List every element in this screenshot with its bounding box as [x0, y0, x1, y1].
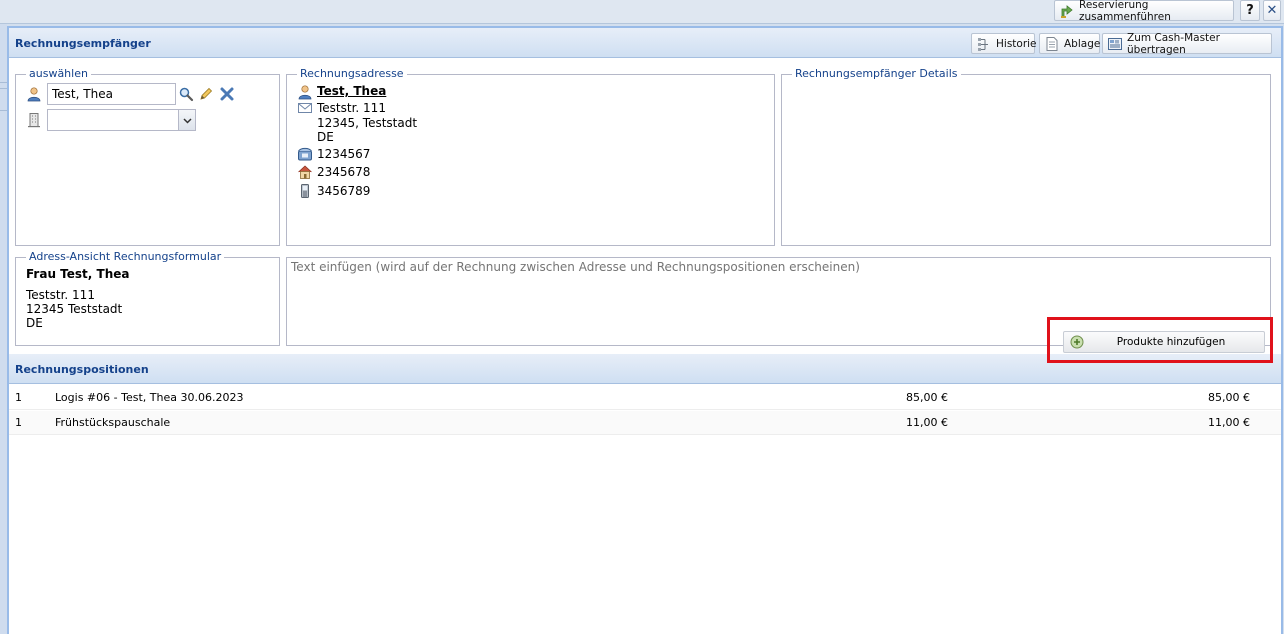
row-unit-price: 85,00 €: [906, 391, 948, 404]
form-address-name: Frau Test, Thea: [26, 267, 130, 281]
help-icon: ?: [1246, 3, 1254, 18]
row-unit-price: 11,00 €: [906, 416, 948, 429]
close-button[interactable]: ✕: [1263, 0, 1281, 21]
history-icon: [976, 36, 992, 52]
row-total: 85,00 €: [1208, 391, 1250, 404]
row-description: Logis #06 - Test, Thea 30.06.2023: [55, 391, 244, 404]
merge-arrow-icon: [1059, 3, 1075, 19]
clear-x-icon[interactable]: [219, 86, 235, 102]
register-icon: [1107, 36, 1123, 52]
company-combo[interactable]: [47, 109, 196, 131]
recipient-details-fieldset: Rechnungsempfänger Details: [781, 67, 1271, 246]
billing-address-country: DE: [317, 130, 334, 144]
top-toolbar: Reservierung zusammenführen ? ✕: [0, 0, 1284, 24]
recipient-details-legend: Rechnungsempfänger Details: [792, 67, 961, 80]
invoice-form-address-legend: Adress-Ansicht Rechnungsformular: [26, 250, 225, 263]
billing-phone-private: 2345678: [317, 165, 371, 179]
close-icon: ✕: [1266, 3, 1278, 18]
billing-address-legend: Rechnungsadresse: [297, 67, 407, 80]
add-products-button[interactable]: Produkte hinzufügen: [1063, 331, 1265, 353]
recipient-person-input[interactable]: [47, 83, 176, 105]
chevron-down-icon: [182, 114, 192, 127]
archive-button[interactable]: Ablage: [1039, 33, 1100, 54]
transfer-cash-master-button[interactable]: Zum Cash-Master übertragen: [1102, 31, 1272, 56]
form-address-country: DE: [26, 316, 43, 330]
recipient-panel-header: Rechnungsempfänger Historie Ablage Zum C…: [9, 28, 1281, 58]
history-button[interactable]: Historie: [971, 33, 1037, 54]
billing-mobile: 3456789: [317, 184, 371, 198]
invoice-form-address-fieldset: Adress-Ansicht Rechnungsformular Frau Te…: [15, 250, 280, 346]
select-legend: auswählen: [26, 67, 91, 80]
form-address-city: 12345 Teststadt: [26, 302, 123, 316]
phone-icon: [297, 146, 313, 162]
row-total: 11,00 €: [1208, 416, 1250, 429]
search-icon[interactable]: [178, 86, 194, 102]
mobile-phone-icon: [297, 183, 313, 199]
row-description: Frühstückspauschale: [55, 416, 171, 429]
add-products-label: Produkte hinzufügen: [1116, 336, 1226, 348]
combo-dropdown-trigger[interactable]: [178, 110, 195, 130]
merge-reservation-button[interactable]: Reservierung zusammenführen: [1054, 0, 1234, 23]
help-button[interactable]: ?: [1240, 0, 1260, 21]
history-label: Historie: [996, 37, 1037, 50]
transfer-cash-master-label: Zum Cash-Master übertragen: [1127, 31, 1220, 56]
recipient-panel-title: Rechnungsempfänger: [15, 37, 151, 50]
building-icon: [26, 112, 42, 128]
edit-pencil-icon[interactable]: [198, 86, 214, 102]
form-address-street: Teststr. 111: [26, 288, 95, 302]
row-quantity: 1: [15, 391, 22, 404]
positions-panel-title: Rechnungspositionen: [15, 363, 149, 376]
billing-address-fieldset: Rechnungsadresse Test, Thea Teststr. 111…: [286, 67, 775, 246]
merge-reservation-label: Reservierung zusammenführen: [1079, 0, 1171, 23]
left-strip: [0, 24, 7, 634]
mail-envelope-icon: [297, 100, 313, 116]
document-icon: [1044, 36, 1060, 52]
row-quantity: 1: [15, 416, 22, 429]
billing-address-name-link[interactable]: Test, Thea: [317, 84, 386, 98]
person-icon: [26, 86, 42, 102]
billing-phone: 1234567: [317, 147, 371, 161]
billing-address-street: Teststr. 111: [317, 101, 386, 115]
table-row[interactable]: 1 Frühstückspauschale 11,00 € 11,00 €: [9, 411, 1281, 435]
positions-panel-header: Rechnungspositionen: [9, 354, 1281, 384]
billing-address-city: 12345, Teststadt: [317, 116, 418, 130]
invoice-window: Rechnungsempfänger Historie Ablage Zum C…: [7, 26, 1283, 634]
home-icon: [297, 164, 313, 180]
archive-label: Ablage: [1064, 37, 1101, 50]
table-row[interactable]: 1 Logis #06 - Test, Thea 30.06.2023 85,0…: [9, 386, 1281, 410]
select-fieldset: auswählen: [15, 67, 280, 246]
person-icon: [297, 84, 313, 100]
